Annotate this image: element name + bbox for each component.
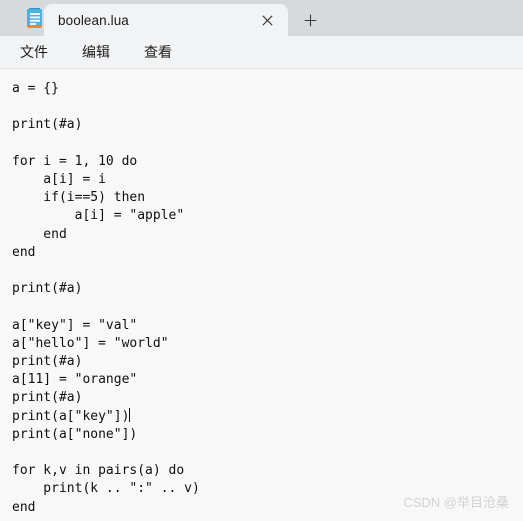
editor-text-before-caret: a = {} print(#a) for i = 1, 10 do a[i] =… bbox=[12, 81, 185, 424]
tab-title: boolean.lua bbox=[58, 12, 129, 28]
editor-text[interactable]: a = {} print(#a) for i = 1, 10 do a[i] =… bbox=[12, 80, 523, 517]
editor-text-after-caret: print(a["none"]) for k,v in pairs(a) do … bbox=[12, 426, 200, 515]
close-icon[interactable] bbox=[256, 9, 278, 31]
tab-strip: boolean.lua bbox=[0, 0, 523, 36]
tab-boolean-lua[interactable]: boolean.lua bbox=[44, 4, 288, 36]
notepad-icon bbox=[26, 8, 44, 29]
notepad-window: boolean.lua 文件 编辑 查看 a = {} print(#a) fo… bbox=[0, 0, 523, 521]
new-tab-button[interactable] bbox=[296, 6, 324, 34]
watermark: CSDN @举目沧桑 bbox=[403, 495, 509, 510]
text-editor-area[interactable]: a = {} print(#a) for i = 1, 10 do a[i] =… bbox=[0, 69, 523, 521]
text-caret bbox=[128, 407, 130, 422]
menu-bar: 文件 编辑 查看 bbox=[0, 36, 523, 69]
menu-item-file[interactable]: 文件 bbox=[10, 39, 58, 65]
menu-item-view[interactable]: 查看 bbox=[134, 39, 182, 65]
menu-item-edit[interactable]: 编辑 bbox=[72, 39, 120, 65]
